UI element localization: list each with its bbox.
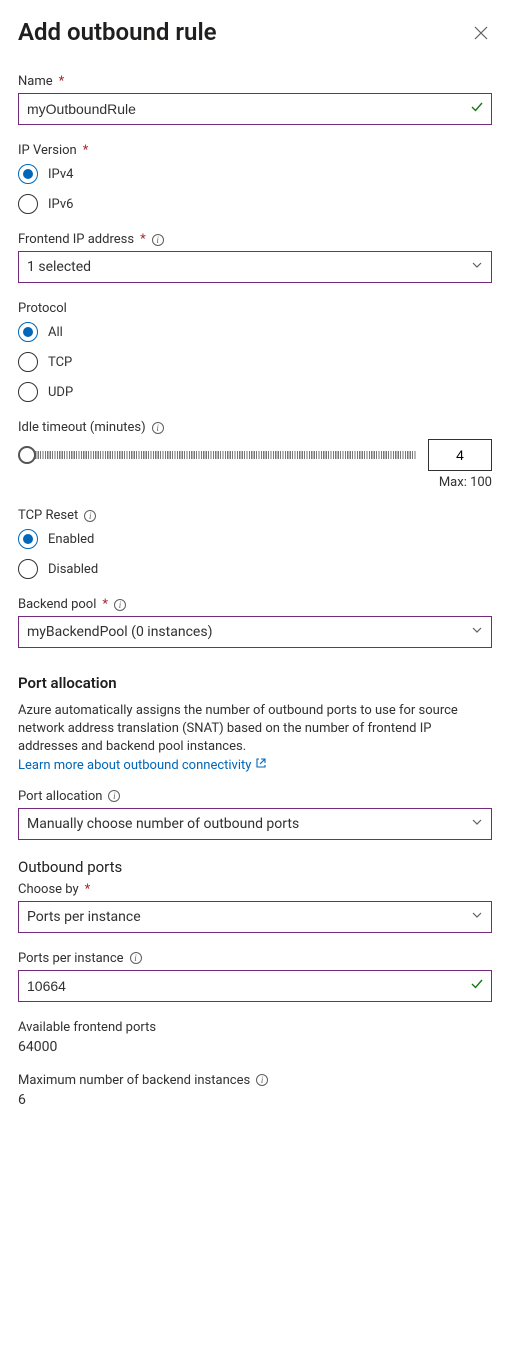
slider-thumb[interactable] xyxy=(18,446,36,464)
slider-track-bg xyxy=(28,451,416,459)
checkmark-icon xyxy=(470,100,484,118)
info-icon[interactable]: i xyxy=(152,234,164,246)
available-frontend-ports-label: Available frontend ports xyxy=(18,1020,156,1035)
learn-more-link[interactable]: Learn more about outbound connectivity xyxy=(18,757,267,775)
required-indicator: * xyxy=(85,882,91,897)
info-icon[interactable]: i xyxy=(114,599,126,611)
radio-ipv6[interactable]: IPv6 xyxy=(18,194,492,214)
tcp-reset-label: TCP Reset xyxy=(18,508,78,523)
ip-version-label: IP Version xyxy=(18,143,77,158)
required-indicator: * xyxy=(59,74,65,89)
idle-timeout-slider[interactable] xyxy=(18,445,416,465)
radio-label-ipv6: IPv6 xyxy=(48,197,73,212)
radio-label-udp: UDP xyxy=(48,385,73,400)
radio-label-all: All xyxy=(48,325,63,340)
radio-icon xyxy=(18,382,38,402)
port-allocation-select[interactable]: Manually choose number of outbound ports xyxy=(18,808,492,840)
idle-timeout-input[interactable] xyxy=(428,439,492,471)
radio-label-disabled: Disabled xyxy=(48,562,98,577)
port-allocation-heading: Port allocation xyxy=(18,674,492,692)
chevron-down-icon xyxy=(471,259,483,275)
radio-icon xyxy=(18,164,38,184)
radio-ipv4[interactable]: IPv4 xyxy=(18,164,492,184)
choose-by-label: Choose by xyxy=(18,882,79,897)
name-label: Name xyxy=(18,74,53,89)
required-indicator: * xyxy=(102,597,108,612)
backend-pool-value: myBackendPool (0 instances) xyxy=(27,624,212,640)
protocol-label: Protocol xyxy=(18,301,67,316)
max-backend-instances-label: Maximum number of backend instances xyxy=(18,1073,250,1088)
choose-by-select[interactable]: Ports per instance xyxy=(18,901,492,933)
radio-label-tcp: TCP xyxy=(48,355,72,370)
idle-timeout-max: Max: 100 xyxy=(18,475,492,490)
frontend-ip-value: 1 selected xyxy=(27,259,91,275)
port-allocation-value: Manually choose number of outbound ports xyxy=(27,816,299,832)
frontend-ip-select[interactable]: 1 selected xyxy=(18,251,492,283)
outbound-ports-heading: Outbound ports xyxy=(18,858,492,876)
close-icon xyxy=(474,26,488,40)
radio-icon xyxy=(18,194,38,214)
chevron-down-icon xyxy=(471,909,483,925)
radio-tcpreset-enabled[interactable]: Enabled xyxy=(18,529,492,549)
available-frontend-ports-value: 64000 xyxy=(18,1039,492,1055)
idle-timeout-label: Idle timeout (minutes) xyxy=(18,420,146,435)
radio-protocol-tcp[interactable]: TCP xyxy=(18,352,492,372)
backend-pool-select[interactable]: myBackendPool (0 instances) xyxy=(18,616,492,648)
checkmark-icon xyxy=(470,977,484,995)
radio-label-ipv4: IPv4 xyxy=(48,167,73,182)
radio-icon xyxy=(18,559,38,579)
learn-more-text: Learn more about outbound connectivity xyxy=(18,757,251,775)
port-allocation-description: Azure automatically assigns the number o… xyxy=(18,703,458,754)
info-icon[interactable]: i xyxy=(108,790,120,802)
ports-per-instance-label: Ports per instance xyxy=(18,951,124,966)
chevron-down-icon xyxy=(471,624,483,640)
required-indicator: * xyxy=(140,232,146,247)
required-indicator: * xyxy=(83,143,89,158)
info-icon[interactable]: i xyxy=(152,422,164,434)
external-link-icon xyxy=(255,757,267,775)
name-input[interactable] xyxy=(18,93,492,125)
page-title: Add outbound rule xyxy=(18,18,217,46)
ports-per-instance-input[interactable] xyxy=(18,970,492,1002)
radio-label-enabled: Enabled xyxy=(48,532,94,547)
backend-pool-label: Backend pool xyxy=(18,597,96,612)
info-icon[interactable]: i xyxy=(84,510,96,522)
port-allocation-label: Port allocation xyxy=(18,789,102,804)
radio-protocol-all[interactable]: All xyxy=(18,322,492,342)
radio-tcpreset-disabled[interactable]: Disabled xyxy=(18,559,492,579)
frontend-ip-label: Frontend IP address xyxy=(18,232,134,247)
close-button[interactable] xyxy=(470,22,492,47)
chevron-down-icon xyxy=(471,816,483,832)
info-icon[interactable]: i xyxy=(256,1074,268,1086)
info-icon[interactable]: i xyxy=(130,952,142,964)
max-backend-instances-value: 6 xyxy=(18,1092,492,1108)
radio-icon xyxy=(18,352,38,372)
radio-icon xyxy=(18,529,38,549)
radio-icon xyxy=(18,322,38,342)
radio-protocol-udp[interactable]: UDP xyxy=(18,382,492,402)
choose-by-value: Ports per instance xyxy=(27,909,141,925)
